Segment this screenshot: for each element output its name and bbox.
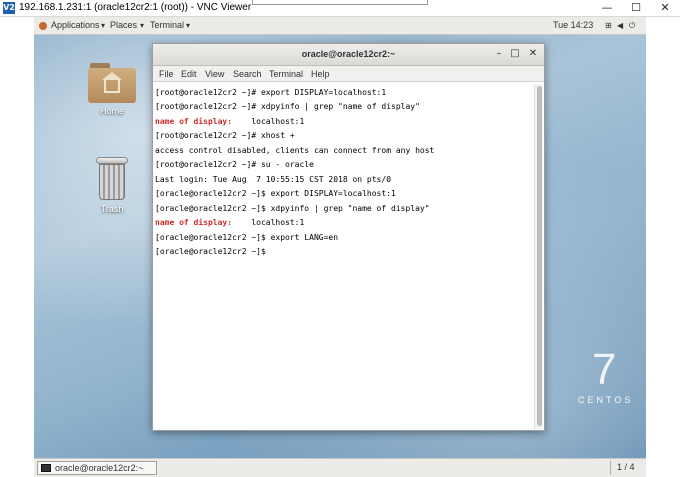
- vnc-window-title: 192.168.1.231:1 (oracle12cr2:1 (root)) -…: [19, 2, 252, 13]
- terminal-line-text: access control disabled, clients can con…: [155, 145, 435, 155]
- terminal-line-text: localhost:1: [232, 218, 305, 228]
- terminal-line: name of display: localhost:1: [155, 115, 534, 129]
- terminal-app-menu[interactable]: Terminal: [150, 20, 184, 30]
- terminal-line: [root@oracle12cr2 ~]# su - oracle: [155, 158, 534, 172]
- terminal-line-text: [root@oracle12cr2 ~]# export DISPLAY=loc…: [155, 88, 387, 97]
- terminal-line-highlight: name of display:: [155, 116, 233, 126]
- scrollbar-thumb[interactable]: [537, 86, 542, 426]
- clock[interactable]: Tue 14:23: [553, 20, 593, 30]
- menu-search[interactable]: Search: [233, 69, 262, 79]
- terminal-line: name of display: localhost:1: [155, 216, 534, 230]
- terminal-icon: [41, 464, 51, 472]
- trash-icon: [96, 157, 128, 201]
- terminal-line-text: Last login: Tue Aug 7 10:55:15 CST 2018 …: [155, 174, 392, 184]
- menu-edit[interactable]: Edit: [181, 69, 197, 79]
- gnome-top-bar: Applications ▾ Places ▾ Terminal ▾ Tue 1…: [34, 17, 646, 35]
- terminal-minimize-button[interactable]: –: [492, 48, 506, 59]
- chevron-down-icon: ▾: [140, 21, 145, 30]
- taskbar-terminal-button[interactable]: oracle@oracle12cr2:~: [37, 461, 157, 475]
- terminal-window[interactable]: oracle@oracle12cr2:~ – □ ✕ File Edit Vie…: [152, 43, 545, 431]
- terminal-line: [oracle@oracle12cr2 ~]$ export LANG=en: [155, 231, 534, 245]
- terminal-line-text: [root@oracle12cr2 ~]# xdpyinfo | grep "n…: [155, 102, 420, 112]
- places-menu[interactable]: Places: [110, 20, 137, 30]
- vnc-right-margin: [646, 17, 680, 477]
- minimize-button[interactable]: —: [592, 0, 622, 17]
- trash-label: Trash: [100, 204, 124, 214]
- terminal-line-text: [oracle@oracle12cr2 ~]$ xdpyinfo | grep …: [155, 203, 430, 213]
- terminal-title: oracle@oracle12cr2:~: [301, 49, 396, 59]
- terminal-line: Last login: Tue Aug 7 10:55:15 CST 2018 …: [155, 173, 534, 187]
- applications-menu[interactable]: Applications: [51, 20, 100, 30]
- centos-logo-text: CENTOS: [578, 395, 634, 405]
- menu-terminal[interactable]: Terminal: [269, 69, 303, 79]
- terminal-line: [root@oracle12cr2 ~]# export DISPLAY=loc…: [155, 86, 534, 100]
- applications-icon: [39, 22, 47, 30]
- network-icon[interactable]: ⊞: [605, 21, 612, 30]
- taskbar-divider: [610, 461, 611, 475]
- terminal-line-text: [oracle@oracle12cr2 ~]$: [155, 246, 271, 256]
- volume-icon[interactable]: ◀: [617, 21, 623, 30]
- chevron-down-icon: ▾: [186, 21, 191, 30]
- terminal-line-text: [root@oracle12cr2 ~]# su - oracle: [155, 160, 314, 170]
- terminal-line-text: localhost:1: [232, 116, 305, 126]
- menu-view[interactable]: View: [205, 69, 224, 79]
- menu-help[interactable]: Help: [311, 69, 330, 79]
- terminal-line: [oracle@oracle12cr2 ~]$ xdpyinfo | grep …: [155, 202, 534, 216]
- terminal-line-text: [oracle@oracle12cr2 ~]$ export LANG=en: [155, 232, 339, 242]
- window-list-bar: oracle@oracle12cr2:~ 1 / 4: [34, 458, 646, 477]
- close-button[interactable]: ✕: [650, 0, 680, 17]
- vnc-left-margin: [0, 17, 34, 477]
- menu-file[interactable]: File: [159, 69, 174, 79]
- taskbar-window-label: oracle@oracle12cr2:~: [55, 463, 144, 473]
- home-folder-icon: [88, 63, 136, 103]
- power-icon[interactable]: ⏻: [629, 21, 635, 31]
- terminal-line-text: [oracle@oracle12cr2 ~]$ export DISPLAY=l…: [155, 189, 396, 199]
- terminal-close-button[interactable]: ✕: [526, 48, 540, 59]
- vnc-title-bar[interactable]: V2 192.168.1.231:1 (oracle12cr2:1 (root)…: [0, 0, 680, 17]
- terminal-menubar: File Edit View Search Terminal Help: [153, 66, 544, 82]
- maximize-button[interactable]: ☐: [621, 0, 651, 17]
- terminal-line: [root@oracle12cr2 ~]# xdpyinfo | grep "n…: [155, 100, 534, 114]
- terminal-line: access control disabled, clients can con…: [155, 144, 534, 158]
- home-folder[interactable]: Home: [82, 63, 142, 116]
- terminal-line: [oracle@oracle12cr2 ~]$: [155, 245, 534, 259]
- trash[interactable]: Trash: [82, 157, 142, 214]
- terminal-scrollbar[interactable]: [534, 84, 543, 429]
- vnc-logo-icon: V2: [3, 2, 15, 14]
- terminal-output[interactable]: [root@oracle12cr2 ~]# export DISPLAY=loc…: [153, 83, 534, 430]
- remote-desktop[interactable]: Applications ▾ Places ▾ Terminal ▾ Tue 1…: [34, 17, 646, 477]
- terminal-line-highlight: name of display:: [155, 218, 233, 228]
- home-label: Home: [99, 106, 124, 116]
- terminal-maximize-button[interactable]: □: [508, 48, 522, 59]
- vnc-toolbar-handle[interactable]: [252, 0, 428, 5]
- terminal-line: [oracle@oracle12cr2 ~]$ export DISPLAY=l…: [155, 187, 534, 201]
- workspace-pager[interactable]: 1 / 4: [617, 462, 635, 472]
- centos-logo-number: 7: [592, 345, 617, 394]
- terminal-line-text: [root@oracle12cr2 ~]# xhost +: [155, 131, 295, 141]
- terminal-line: [root@oracle12cr2 ~]# xhost +: [155, 129, 534, 143]
- terminal-title-bar[interactable]: oracle@oracle12cr2:~ – □ ✕: [153, 44, 544, 66]
- chevron-down-icon: ▾: [101, 21, 106, 30]
